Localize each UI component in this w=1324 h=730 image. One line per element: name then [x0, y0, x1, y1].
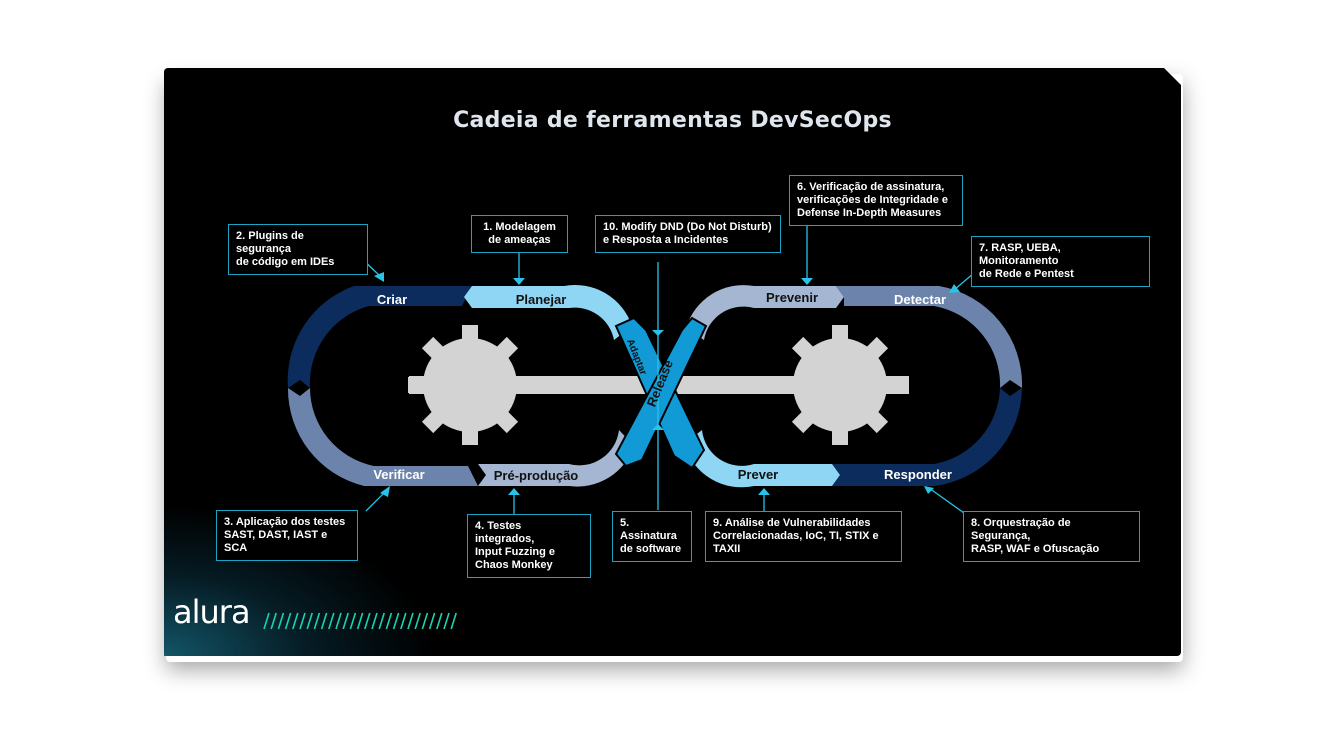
hatch-stripe	[450, 612, 457, 630]
hatch-stripe	[400, 612, 407, 630]
stage-label-prevenir: Prevenir	[766, 290, 818, 305]
hatch-stripe	[392, 612, 400, 630]
hatch-stripe	[270, 612, 277, 630]
hatch-stripe	[277, 612, 285, 630]
callout-10-dnd-incident-response: 10. Modify DND (Do Not Disturb) e Respos…	[595, 215, 781, 253]
stage-label-planejar: Planejar	[516, 292, 567, 307]
stage-label-verificar: Verificar	[373, 467, 424, 482]
gear-left-icon	[408, 325, 532, 445]
devsecops-infinity-diagram: Criar Planejar Prevenir Detectar Verific…	[287, 221, 1023, 515]
stage-label-prever: Prever	[738, 467, 778, 482]
stage-label-responder: Responder	[884, 467, 952, 482]
hatch-stripe	[328, 612, 335, 630]
hatch-stripe	[364, 612, 371, 630]
hatch-stripe	[428, 612, 436, 630]
callout-7-rasp-ueba: 7. RASP, UEBA, Monitoramento de Rede e P…	[971, 236, 1150, 287]
alura-logo: alura	[173, 593, 251, 631]
hatch-stripe	[313, 612, 321, 630]
hatch-stripe	[292, 612, 299, 630]
callout-9-vulnerability-analysis: 9. Análise de Vulnerabilidades Correlaci…	[705, 511, 902, 562]
hatch-stripe	[356, 612, 364, 630]
stage-label-criar: Criar	[377, 292, 407, 307]
callout-5-software-signature: 5. Assinatura de software	[612, 511, 692, 562]
hatch-stripe	[349, 612, 357, 630]
hatch-stripe	[342, 612, 349, 630]
gear-right-icon	[778, 325, 902, 445]
callout-3-security-tests: 3. Aplicação dos testes SAST, DAST, IAST…	[216, 510, 358, 561]
callout-4-integrated-tests: 4. Testes integrados, Input Fuzzing e Ch…	[467, 514, 591, 578]
hatch-stripe	[335, 612, 342, 630]
hatch-stripe	[421, 612, 429, 630]
hatch-stripe	[436, 612, 443, 630]
hatch-stripe	[306, 612, 313, 630]
hatch-stripe	[320, 612, 328, 630]
hatch-stripe	[299, 612, 306, 630]
hatch-stripe	[407, 612, 414, 630]
hatch-stripe	[414, 612, 421, 630]
hatch-stripe	[263, 612, 270, 630]
hatch-stripe	[443, 612, 450, 630]
callout-8-security-orchestration: 8. Orquestração de Segurança, RASP, WAF …	[963, 511, 1140, 562]
callout-2-ide-plugins: 2. Plugins de segurança de código em IDE…	[228, 224, 368, 275]
stage-label-pre-producao: Pré-produção	[494, 468, 579, 483]
decorative-hatch-stripes	[263, 612, 457, 630]
hatch-stripe	[284, 612, 292, 630]
hatch-stripe	[385, 612, 393, 630]
hatch-stripe	[378, 612, 385, 630]
stage-label-detectar: Detectar	[894, 292, 946, 307]
callout-6-signature-verification: 6. Verificação de assinatura, verificaçõ…	[789, 175, 963, 226]
callout-1-threat-modeling: 1. Modelagem de ameaças	[471, 215, 568, 253]
hatch-stripe	[371, 612, 378, 630]
infographic-card: Cadeia de ferramentas DevSecOps Criar Pl…	[164, 68, 1181, 656]
